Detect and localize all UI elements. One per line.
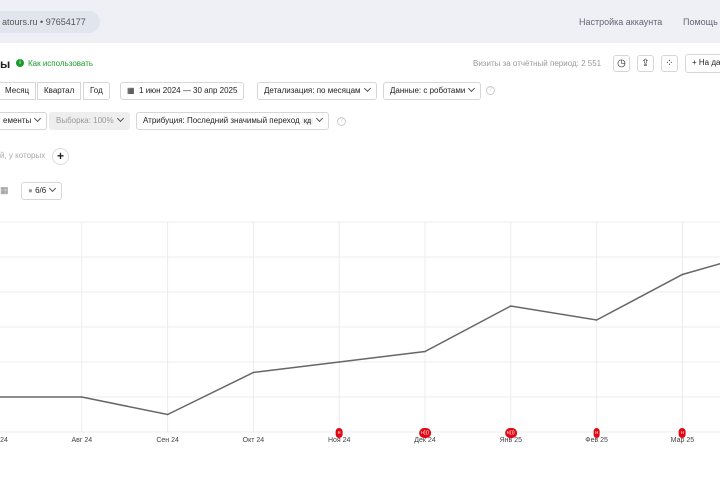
data-point[interactable] <box>510 305 512 307</box>
data-point[interactable] <box>81 396 83 398</box>
line-chart <box>0 221 720 433</box>
series-line <box>0 262 720 416</box>
x-tick-label: Мар 25 <box>670 437 695 444</box>
annotation-marker[interactable]: н <box>335 428 343 438</box>
x-tick-label: Окт 24 <box>242 437 265 444</box>
x-tick-label: Фев 25 <box>585 437 608 444</box>
data-point[interactable] <box>595 319 598 321</box>
data-point[interactable] <box>424 350 426 353</box>
x-tick-label: Янв 25 <box>499 437 522 444</box>
data-point[interactable] <box>681 273 684 276</box>
x-tick-label: Авг 24 <box>71 437 93 444</box>
data-point[interactable] <box>252 371 255 374</box>
annotation-marker[interactable]: н <box>679 428 686 438</box>
annotation-marker[interactable]: н))) <box>504 428 517 438</box>
data-point[interactable] <box>338 361 341 363</box>
annotation-marker[interactable]: н <box>593 428 600 438</box>
x-tick-label: Дек 24 <box>414 437 436 444</box>
x-tick-label: Сен 24 <box>156 437 179 444</box>
data-point[interactable] <box>166 413 169 416</box>
x-tick-label: Ноя 24 <box>327 437 351 444</box>
annotation-marker[interactable]: н))) <box>419 428 431 438</box>
x-tick-label: 24 <box>0 437 8 444</box>
